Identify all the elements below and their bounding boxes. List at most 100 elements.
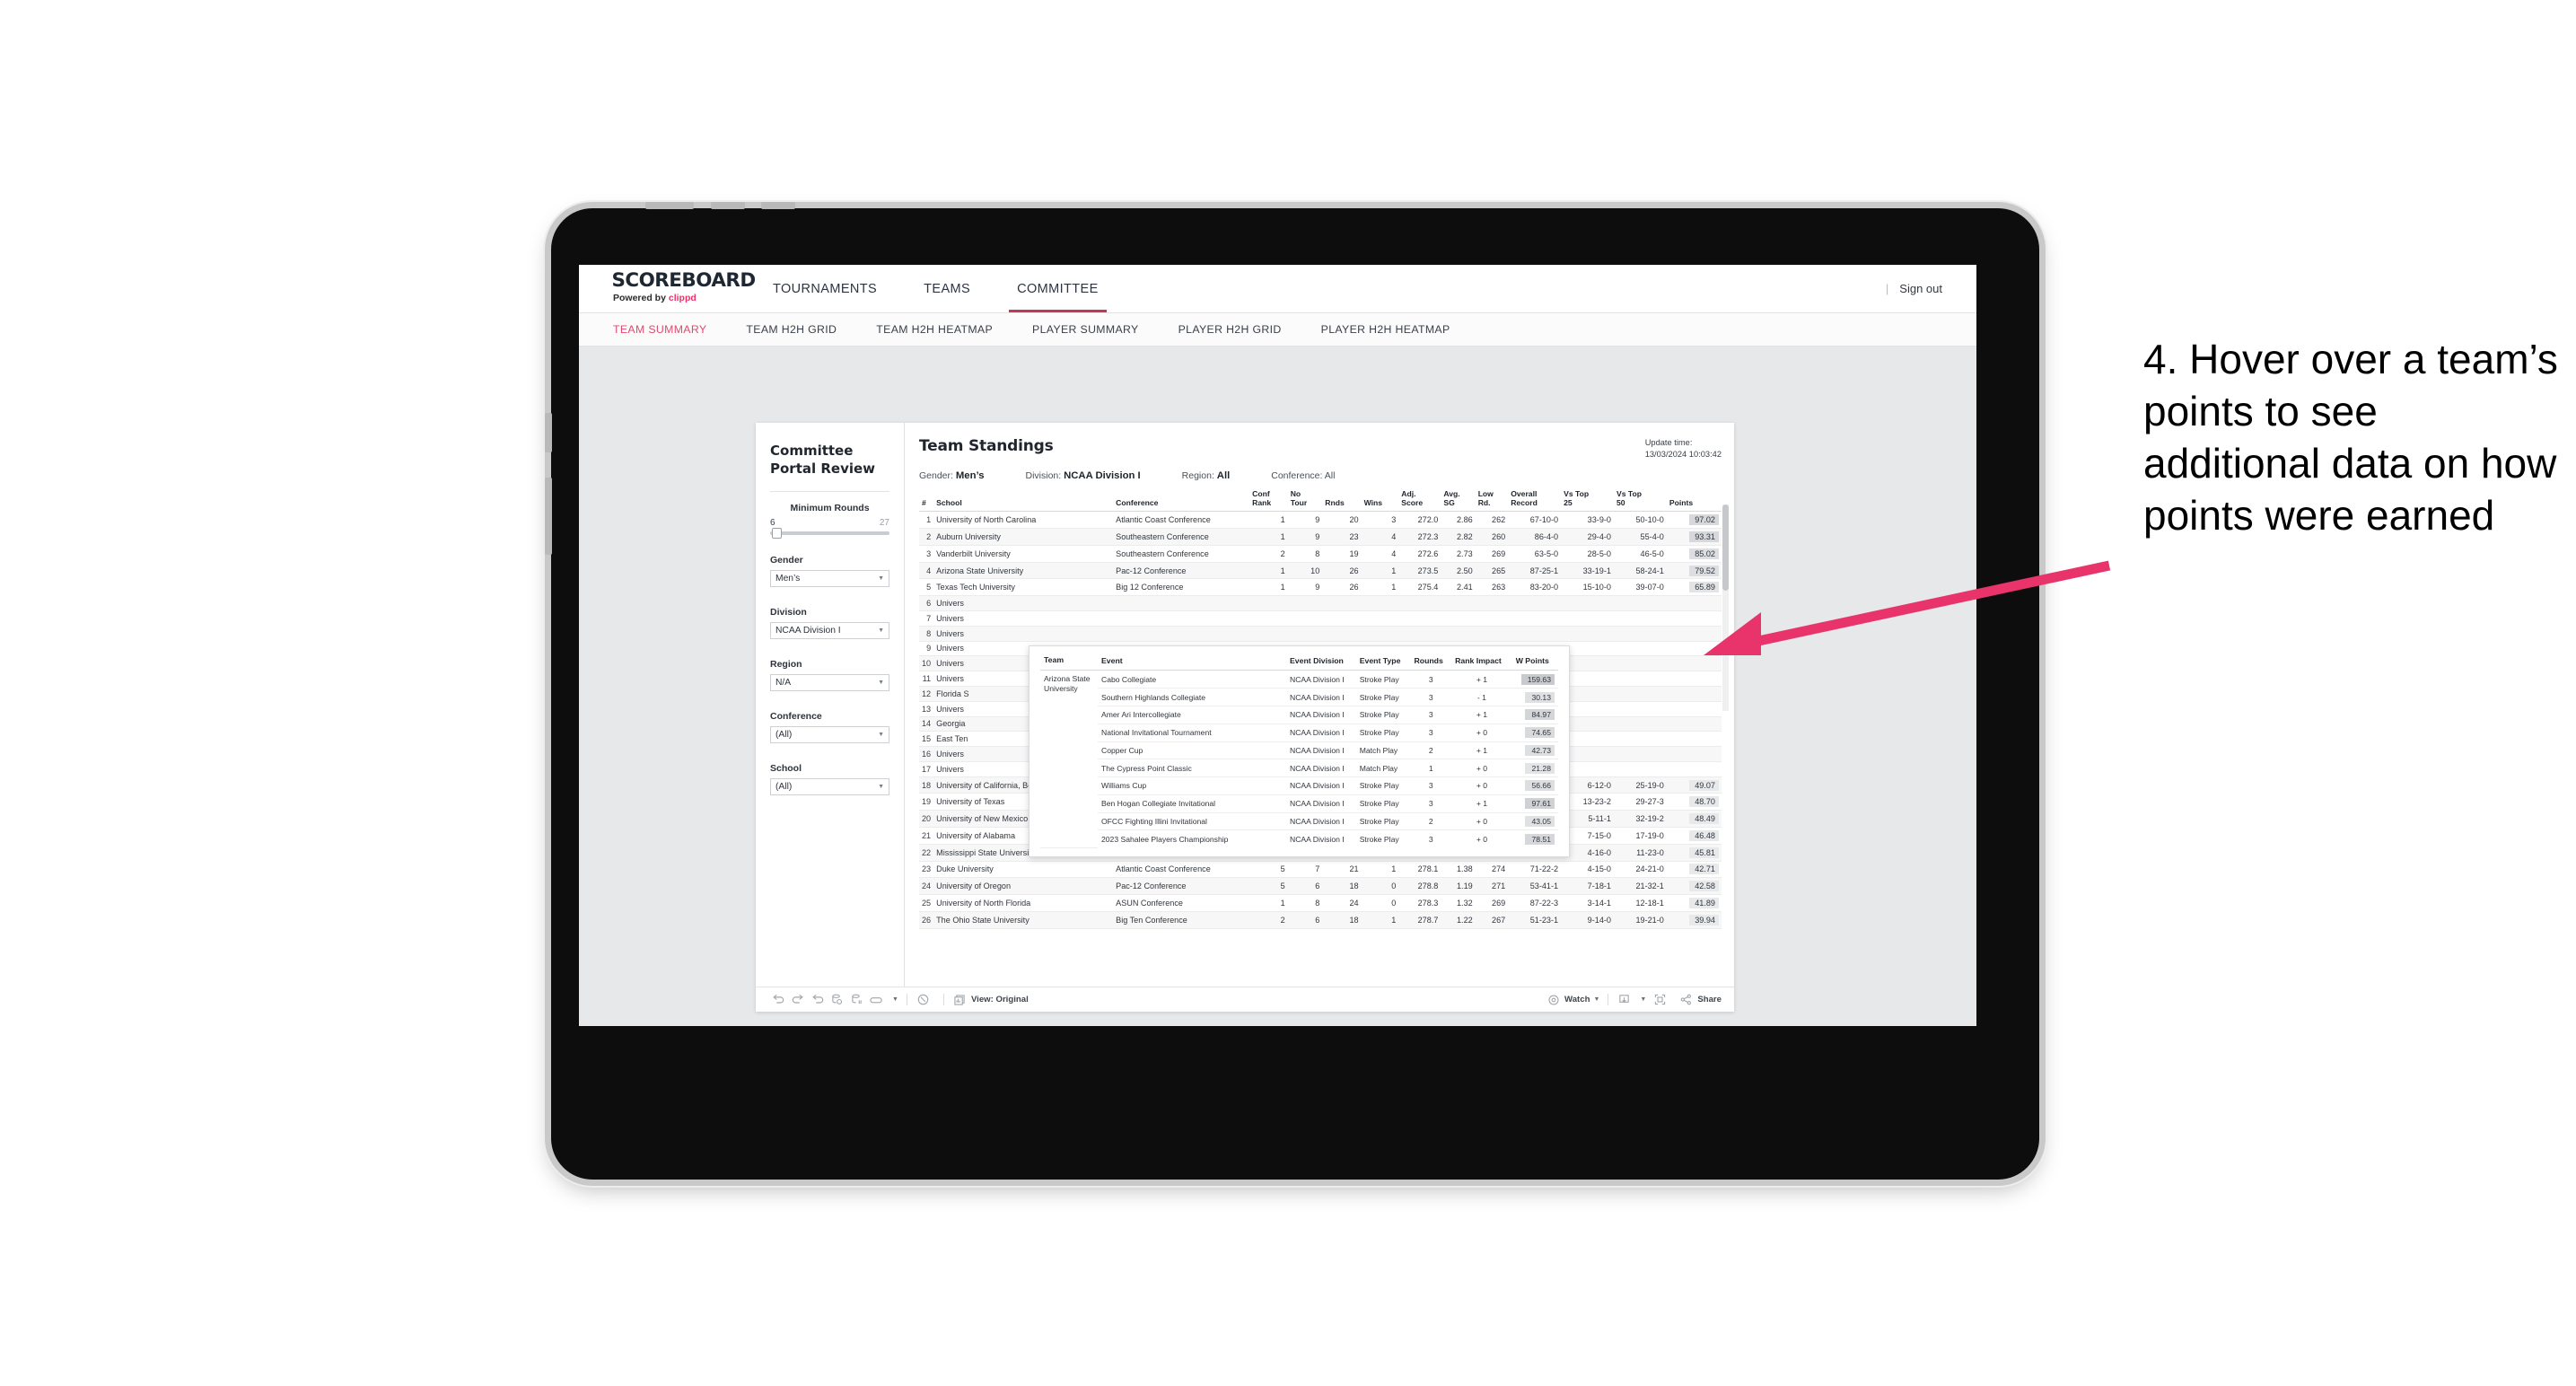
view-original-button[interactable]: View: Original <box>952 993 1029 1006</box>
cell-vs25: 29-4-0 <box>1561 528 1614 546</box>
volume-down-button[interactable] <box>761 202 795 209</box>
points-value[interactable]: 42.71 <box>1689 864 1719 875</box>
points-value[interactable]: 46.48 <box>1689 829 1719 841</box>
region-select[interactable]: N/A ▼ <box>770 673 889 691</box>
cell-points[interactable]: 42.58 <box>1666 877 1722 896</box>
table-row[interactable]: 8 Univers <box>919 626 1722 642</box>
conference-select[interactable]: (All) ▼ <box>770 725 889 743</box>
table-row[interactable]: 23 Duke University Atlantic Coast Conferen… <box>919 861 1722 879</box>
revert-icon[interactable] <box>810 993 825 1006</box>
chevron-down-icon[interactable]: ▼ <box>892 996 898 1003</box>
points-value[interactable]: 49.07 <box>1689 779 1719 791</box>
table-row[interactable]: 2 Auburn University Southeastern Conferenc… <box>919 528 1722 546</box>
gender-select[interactable]: Men’s ▼ <box>770 569 889 587</box>
sign-out-link[interactable]: Sign out <box>1899 282 1942 295</box>
table-row[interactable]: 26 The Ohio State University Big Ten Confe… <box>919 911 1722 929</box>
points-value[interactable]: 48.49 <box>1689 813 1719 825</box>
col-rnds[interactable]: Rnds <box>1322 490 1362 513</box>
tab-player-summary[interactable]: PLAYER SUMMARY <box>1032 323 1139 336</box>
cell-points[interactable]: 46.48 <box>1666 827 1722 845</box>
cell-points[interactable]: 48.49 <box>1666 810 1722 828</box>
col-vs-top-25[interactable]: Vs Top 25 <box>1561 489 1614 513</box>
tab-team-h2h-grid[interactable]: TEAM H2H GRID <box>746 323 837 336</box>
tab-team-h2h-heatmap[interactable]: TEAM H2H HEATMAP <box>876 323 993 336</box>
rounds-slider-handle[interactable] <box>772 527 782 539</box>
table-row[interactable]: 1 University of North Carolina Atlantic Co… <box>919 511 1722 530</box>
col-avg-sg[interactable]: Avg. SG <box>1441 489 1476 513</box>
brand-logo[interactable]: SCOREBOARD Powered by clippd <box>579 265 756 312</box>
table-row[interactable]: 25 University of North Florida ASUN Confer… <box>919 894 1722 912</box>
side-button-top[interactable] <box>545 413 552 452</box>
tooltip-cell-rounds: 3 <box>1410 724 1452 742</box>
points-value[interactable]: 39.94 <box>1689 914 1719 925</box>
cell-low-rd: 274 <box>1475 861 1509 879</box>
cell-rank: 24 <box>919 877 934 896</box>
col-rank[interactable]: # <box>919 490 934 513</box>
power-button[interactable] <box>645 202 694 209</box>
fullscreen-icon[interactable] <box>1652 993 1668 1006</box>
undo-icon[interactable] <box>770 993 785 1006</box>
col-wins[interactable]: Wins <box>1361 490 1399 513</box>
tab-player-h2h-heatmap[interactable]: PLAYER H2H HEATMAP <box>1321 323 1450 336</box>
tab-player-h2h-grid[interactable]: PLAYER H2H GRID <box>1178 323 1282 336</box>
rounds-slider-track[interactable] <box>770 527 889 539</box>
highlight-icon[interactable] <box>869 993 884 1006</box>
tooltip-cell-w-points: 74.65 <box>1511 724 1558 742</box>
col-conference[interactable]: Conference <box>1113 490 1250 513</box>
share-button[interactable]: Share <box>1678 993 1722 1006</box>
watch-button[interactable]: Watch ▼ <box>1546 993 1599 1006</box>
col-no-tour[interactable]: No Tour <box>1287 489 1323 513</box>
table-row[interactable]: 3 Vanderbilt University Southeastern Confe… <box>919 545 1722 563</box>
points-value[interactable]: 97.02 <box>1689 514 1719 526</box>
summary-division-key: Division: <box>1025 470 1062 482</box>
pause-auto-updates-icon[interactable] <box>849 993 864 1006</box>
nav-item-tournaments[interactable]: TOURNAMENTS <box>749 265 900 312</box>
cell-points[interactable]: 93.31 <box>1666 528 1722 546</box>
volume-up-button[interactable] <box>711 202 745 209</box>
cell-wins: 1 <box>1361 861 1399 879</box>
points-value[interactable]: 42.58 <box>1689 881 1719 892</box>
col-conf-rank[interactable]: Conf Rank <box>1249 489 1288 513</box>
pause-icon[interactable] <box>916 993 931 1006</box>
points-value[interactable]: 45.81 <box>1689 847 1719 858</box>
table-row[interactable]: 7 Univers <box>919 610 1722 627</box>
col-adj-score[interactable]: Adj. Score <box>1398 489 1441 513</box>
chevron-down-icon[interactable]: ▼ <box>1640 996 1646 1003</box>
table-row[interactable]: 4 Arizona State University Pac-12 Conferen… <box>919 562 1722 580</box>
table-row[interactable]: 5 Texas Tech University Big 12 Conference 1… <box>919 578 1722 597</box>
points-value[interactable]: 93.31 <box>1689 531 1719 543</box>
cell-conf-rank: 5 <box>1249 861 1288 879</box>
redo-icon[interactable] <box>790 993 805 1006</box>
refresh-data-source-icon[interactable] <box>829 993 845 1006</box>
cell-points[interactable]: 41.89 <box>1666 894 1722 912</box>
col-points[interactable]: Points <box>1666 490 1722 513</box>
cell-points[interactable]: 97.02 <box>1666 511 1722 530</box>
nav-item-committee[interactable]: COMMITTEE <box>994 265 1122 312</box>
table-row[interactable]: 24 University of Oregon Pac-12 Conference 5… <box>919 877 1722 896</box>
table-row[interactable]: 6 Univers <box>919 595 1722 612</box>
division-select[interactable]: NCAA Division I ▼ <box>770 621 889 639</box>
cell-points[interactable]: 45.81 <box>1666 844 1722 862</box>
chevron-down-icon[interactable]: ▼ <box>1593 996 1599 1003</box>
tab-team-summary[interactable]: TEAM SUMMARY <box>613 323 706 336</box>
col-vs-top-50[interactable]: Vs Top 50 <box>1613 489 1667 513</box>
download-icon[interactable] <box>1617 993 1632 1006</box>
col-school[interactable]: School <box>933 490 1114 513</box>
side-button-bottom[interactable] <box>545 478 552 555</box>
points-value[interactable]: 48.70 <box>1689 796 1719 808</box>
cell-points[interactable]: 49.07 <box>1666 776 1722 794</box>
cell-overall: 63-5-0 <box>1508 545 1562 563</box>
col-low-rd[interactable]: Low Rd. <box>1475 489 1509 513</box>
cell-points[interactable]: 42.71 <box>1666 861 1722 879</box>
cell-overall: 67-10-0 <box>1508 511 1562 530</box>
cell-points[interactable]: 39.94 <box>1666 911 1722 929</box>
portal-title: Committee Portal Review <box>770 443 876 477</box>
cell-points[interactable]: 48.70 <box>1666 793 1722 811</box>
filter-minimum-rounds[interactable]: Minimum Rounds 6 27 <box>770 503 889 539</box>
cell-rank: 22 <box>919 844 934 862</box>
points-value[interactable]: 41.89 <box>1689 897 1719 908</box>
cell-wins: 1 <box>1361 578 1399 597</box>
school-select[interactable]: (All) ▼ <box>770 777 889 795</box>
nav-item-teams[interactable]: TEAMS <box>900 265 994 312</box>
col-overall-record[interactable]: Overall Record <box>1508 489 1562 513</box>
